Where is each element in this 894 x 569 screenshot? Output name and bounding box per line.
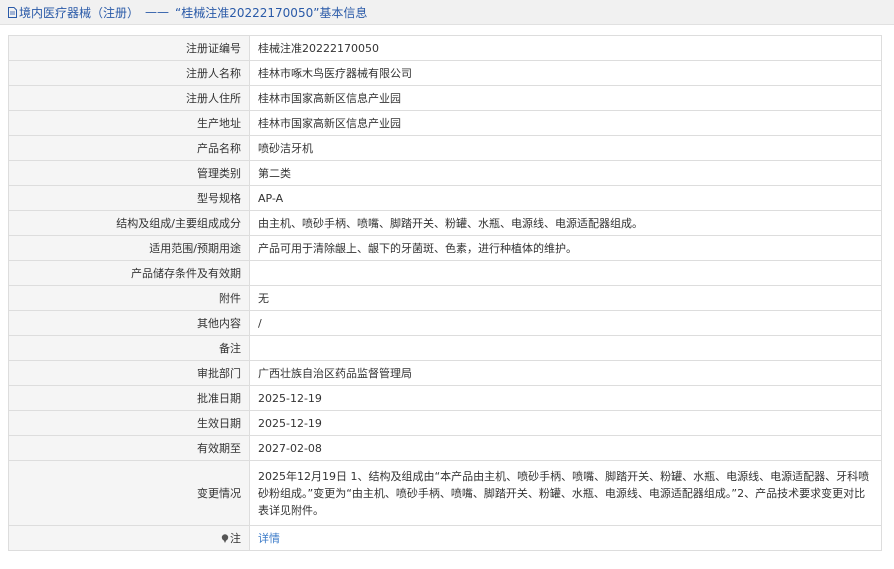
row-value: 喷砂洁牙机 [249,135,882,161]
table-row: 注册证编号 桂械注准20222170050 [8,35,882,61]
table-row: 注册人住所 桂林市国家高新区信息产业园 [8,85,882,111]
row-value: 由主机、喷砂手柄、喷嘴、脚踏开关、粉罐、水瓶、电源线、电源适配器组成。 [249,210,882,236]
note-row: 注 详情 [8,525,882,551]
row-label: 审批部门 [8,360,250,386]
row-value: 2025年12月19日 1、结构及组成由“本产品由主机、喷砂手柄、喷嘴、脚踏开关… [258,469,870,517]
row-label: 适用范围/预期用途 [8,235,250,261]
info-table: 注册证编号 桂械注准20222170050 注册人名称 桂林市啄木鸟医疗器械有限… [8,35,882,551]
row-value: 2027-02-08 [249,435,882,461]
info-table-container: 注册证编号 桂械注准20222170050 注册人名称 桂林市啄木鸟医疗器械有限… [8,35,882,551]
table-row: 备注 [8,335,882,361]
row-label: 结构及组成/主要组成成分 [8,210,250,236]
row-label: 型号规格 [8,185,250,211]
row-value: 广西壮族自治区药品监督管理局 [249,360,882,386]
row-value: 桂林市国家高新区信息产业园 [249,110,882,136]
row-value: 2025-12-19 [249,410,882,436]
row-label: 产品名称 [8,135,250,161]
header-title: “桂械注准20222170050”基本信息 [175,5,368,20]
row-label: 有效期至 [8,435,250,461]
header-separator: —— [145,5,170,19]
row-value: 无 [249,285,882,311]
pin-icon [221,533,229,543]
row-label: 生产地址 [8,110,250,136]
row-label: 产品储存条件及有效期 [8,260,250,286]
table-row: 型号规格 AP-A [8,185,882,211]
row-value: 桂械注准20222170050 [249,35,882,61]
document-icon [8,6,17,18]
row-label: 其他内容 [8,310,250,336]
table-row: 适用范围/预期用途 产品可用于清除龈上、龈下的牙菌斑、色素，进行种植体的维护。 [8,235,882,261]
table-row: 批准日期 2025-12-19 [8,385,882,411]
table-row: 产品储存条件及有效期 [8,260,882,286]
table-row: 产品名称 喷砂洁牙机 [8,135,882,161]
table-row: 注册人名称 桂林市啄木鸟医疗器械有限公司 [8,60,882,86]
table-row: 其他内容 / [8,310,882,336]
row-value: 2025-12-19 [249,385,882,411]
note-value-cell: 详情 [249,525,882,551]
table-row: 有效期至 2027-02-08 [8,435,882,461]
header-category: 境内医疗器械（注册） [19,5,140,20]
row-label: 附件 [8,285,250,311]
row-value [249,335,882,361]
row-label: 管理类别 [8,160,250,186]
row-label: 生效日期 [8,410,250,436]
row-label: 注册人住所 [8,85,250,111]
row-label: 注册证编号 [8,35,250,61]
note-label-cell: 注 [8,525,250,551]
table-row: 生产地址 桂林市国家高新区信息产业园 [8,110,882,136]
table-row: 审批部门 广西壮族自治区药品监督管理局 [8,360,882,386]
row-value: 桂林市国家高新区信息产业园 [249,85,882,111]
table-row: 管理类别 第二类 [8,160,882,186]
table-row: 结构及组成/主要组成成分 由主机、喷砂手柄、喷嘴、脚踏开关、粉罐、水瓶、电源线、… [8,210,882,236]
table-row: 生效日期 2025-12-19 [8,410,882,436]
row-value: 产品可用于清除龈上、龈下的牙菌斑、色素，进行种植体的维护。 [249,235,882,261]
change-history-cell: 2025年12月19日 1、结构及组成由“本产品由主机、喷砂手柄、喷嘴、脚踏开关… [249,460,882,526]
row-label: 批准日期 [8,385,250,411]
row-label: 变更情况 [8,460,250,526]
table-row: 变更情况 2025年12月19日 1、结构及组成由“本产品由主机、喷砂手柄、喷嘴… [8,460,882,526]
row-value [249,260,882,286]
details-link[interactable]: 详情 [258,532,280,545]
row-label: 备注 [8,335,250,361]
row-value: / [249,310,882,336]
row-value: 第二类 [249,160,882,186]
note-label: 注 [230,531,241,545]
row-value: 桂林市啄木鸟医疗器械有限公司 [249,60,882,86]
page-header: 境内医疗器械（注册） —— “桂械注准20222170050”基本信息 [0,0,894,25]
row-value: AP-A [249,185,882,211]
row-label: 注册人名称 [8,60,250,86]
table-row: 附件 无 [8,285,882,311]
